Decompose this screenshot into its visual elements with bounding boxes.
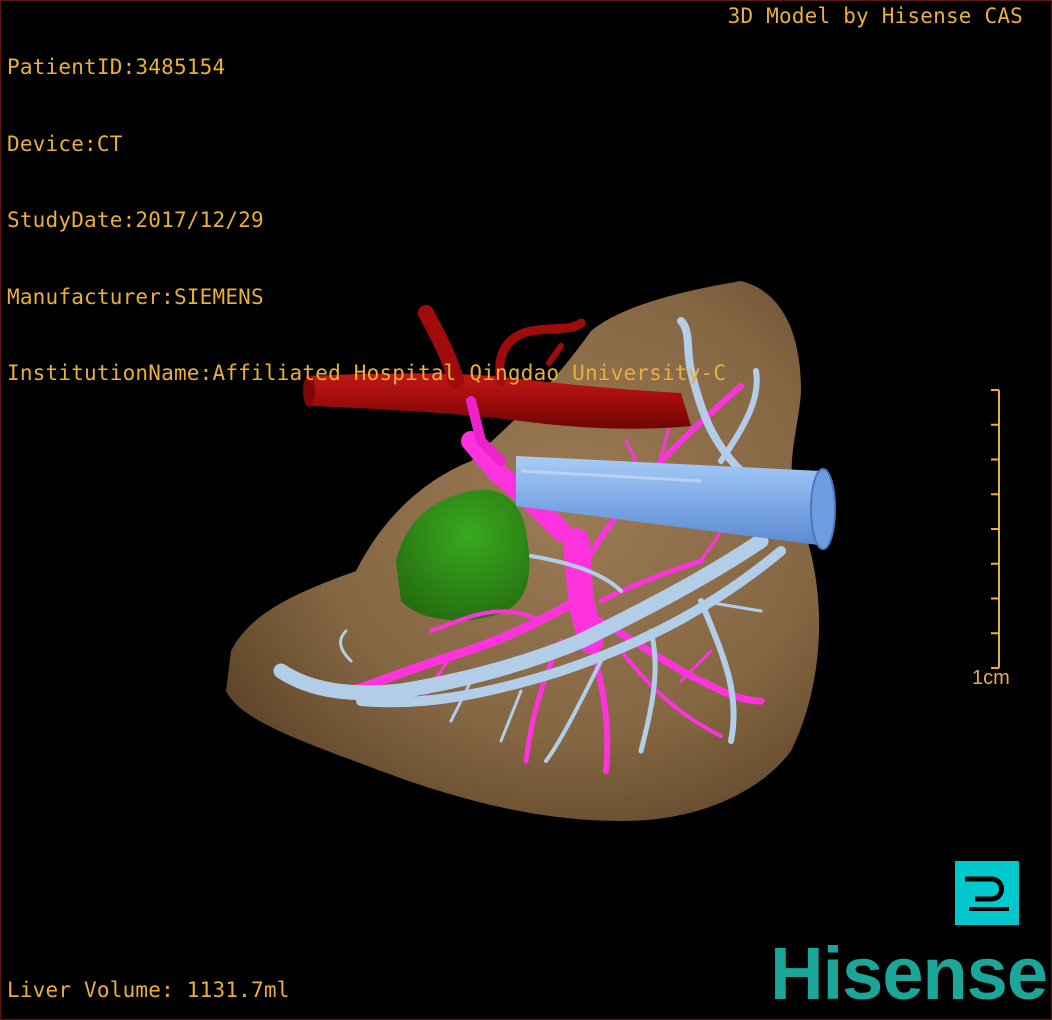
scale-label: 1cm <box>972 667 1010 689</box>
patient-id-text: PatientID:3485154 <box>7 55 226 79</box>
patient-info-overlay: PatientID:3485154 Device:CT StudyDate:20… <box>7 4 726 438</box>
liver-volume-text: Liver Volume: 1131.7ml <box>7 977 290 1002</box>
study-date-text: StudyDate:2017/12/29 <box>7 208 264 232</box>
pin-p-icon <box>965 876 1009 911</box>
pin-button[interactable] <box>955 861 1019 925</box>
manufacturer-text: Manufacturer:SIEMENS <box>7 284 264 309</box>
render-viewport[interactable]: PatientID:3485154 Device:CT StudyDate:20… <box>0 0 1052 1020</box>
device-text: Device:CT <box>7 131 123 156</box>
hisense-logo: Hisense <box>770 932 1048 1015</box>
model-credit-text: 3D Model by Hisense CAS <box>727 4 1023 28</box>
scale-bar <box>991 389 1000 669</box>
institution-text: InstitutionName:Affiliated Hospital Qing… <box>7 361 727 385</box>
